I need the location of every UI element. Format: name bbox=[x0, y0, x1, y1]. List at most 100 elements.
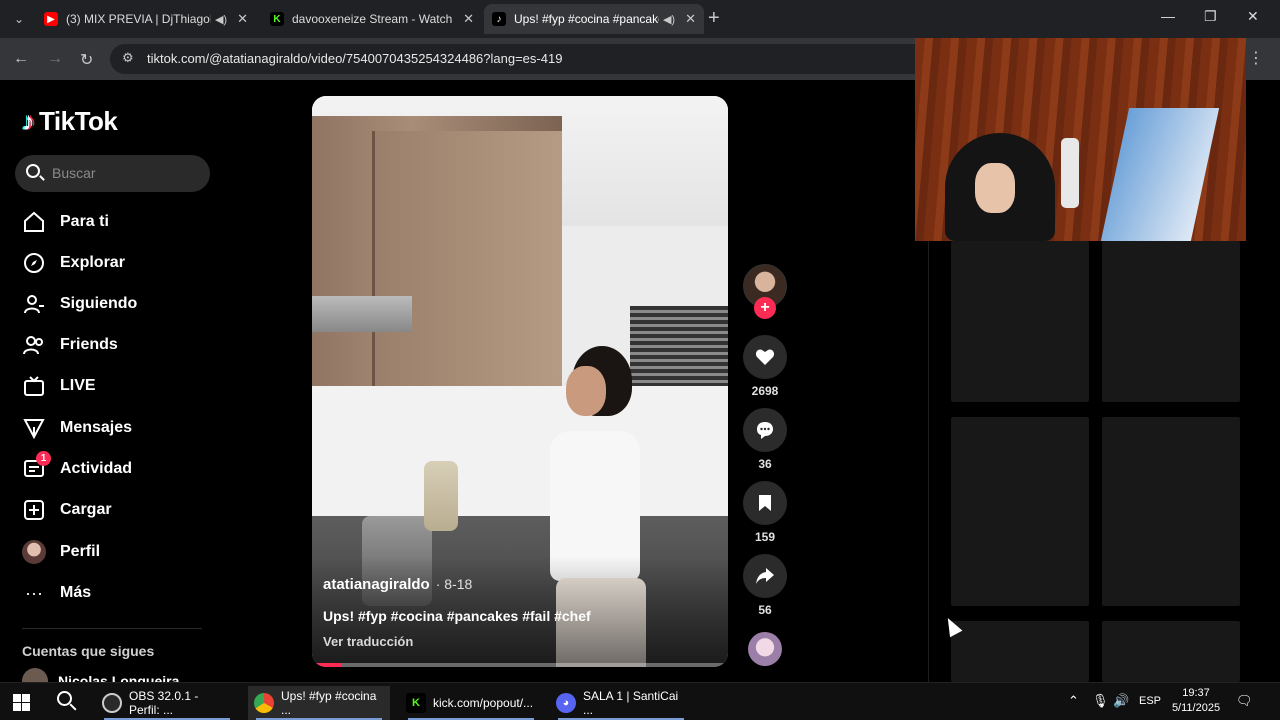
logo-wordmark: TikTok bbox=[39, 106, 118, 136]
video-progress-fill bbox=[312, 663, 342, 667]
speaker-icon[interactable]: ◀) bbox=[215, 13, 227, 26]
video-progress-bar[interactable] bbox=[312, 663, 728, 667]
translate-link[interactable]: Ver traducción bbox=[323, 634, 413, 649]
close-tab-icon[interactable]: ✕ bbox=[237, 11, 248, 27]
speaker-icon[interactable]: ◀) bbox=[663, 13, 675, 26]
restore-button[interactable]: ❐ bbox=[1204, 8, 1217, 25]
taskbar-app-label: kick.com/popout/... bbox=[433, 696, 534, 710]
sidebar-divider bbox=[22, 628, 202, 629]
video-caption[interactable]: Ups! #fyp #cocina #pancakes #fail #chef bbox=[323, 608, 591, 624]
video-thumbnail[interactable] bbox=[1102, 241, 1240, 402]
browser-tab-strip: ⌄ ▶ (3) MIX PREVIA | DjThiagoB ◀) ✕ K da… bbox=[0, 0, 1280, 38]
nav-label: LIVE bbox=[60, 377, 96, 394]
sound-disc-avatar[interactable] bbox=[748, 632, 782, 666]
taskbar-app-chrome[interactable]: Ups! #fyp #cocina ... bbox=[248, 686, 390, 720]
tiktok-logo[interactable]: ♪ TikTok bbox=[22, 106, 118, 137]
search-placeholder: Buscar bbox=[52, 165, 96, 181]
nav-label: Mensajes bbox=[60, 419, 133, 436]
clock-date: 5/11/2025 bbox=[1171, 702, 1221, 714]
following-header: Cuentas que sigues bbox=[22, 643, 155, 659]
reload-icon[interactable]: ↻ bbox=[80, 50, 93, 70]
video-frame-range-hood bbox=[312, 296, 412, 332]
webcam-bottle bbox=[1061, 138, 1079, 208]
obs-icon bbox=[102, 693, 122, 713]
tab-title: davooxeneize Stream - Watch L bbox=[292, 12, 454, 26]
comment-icon bbox=[757, 422, 773, 439]
clock-time: 19:37 bbox=[1182, 687, 1210, 699]
activity-badge: 1 bbox=[36, 451, 51, 466]
video-thumbnail[interactable] bbox=[1102, 417, 1240, 606]
share-button[interactable] bbox=[743, 554, 787, 598]
nav-item-actividad[interactable]: 1 Actividad bbox=[22, 451, 133, 483]
browser-tab-kick[interactable]: K davooxeneize Stream - Watch L ✕ bbox=[262, 4, 482, 34]
nav-item-para-ti[interactable]: Para ti bbox=[22, 208, 109, 236]
taskbar-app-discord[interactable]: ◕ SALA 1 | SantiCai ... bbox=[550, 686, 692, 720]
nav-item-perfil[interactable]: Perfil bbox=[22, 538, 100, 566]
share-icon bbox=[756, 568, 774, 584]
back-icon[interactable]: ← bbox=[13, 50, 29, 68]
close-tab-icon[interactable]: ✕ bbox=[685, 11, 696, 27]
minimize-button[interactable]: — bbox=[1161, 8, 1175, 24]
forward-icon[interactable]: → bbox=[47, 50, 63, 68]
comment-button[interactable] bbox=[743, 408, 787, 452]
nav-item-mas[interactable]: ··· Más bbox=[22, 579, 91, 607]
nav-item-live[interactable]: LIVE bbox=[22, 372, 96, 400]
address-bar[interactable]: ⚙ tiktok.com/@atatianagiraldo/video/7540… bbox=[110, 44, 930, 74]
video-player[interactable]: atatianagiraldo · 8-18 Ups! #fyp #cocina… bbox=[312, 96, 728, 667]
heart-icon bbox=[755, 349, 775, 365]
tab-title: (3) MIX PREVIA | DjThiagoB bbox=[66, 12, 211, 26]
clock[interactable]: 19:37 5/11/2025 bbox=[1168, 686, 1224, 716]
nav-label: Más bbox=[60, 584, 92, 601]
compass-icon bbox=[22, 251, 46, 275]
microphone-icon[interactable]: 🎙 bbox=[1092, 693, 1109, 709]
nav-item-siguiendo[interactable]: Siguiendo bbox=[22, 290, 137, 318]
tiktok-icon: ♪ bbox=[492, 12, 506, 26]
webcam-face bbox=[975, 163, 1015, 213]
taskbar-app-kick[interactable]: K kick.com/popout/... bbox=[400, 686, 542, 720]
like-button[interactable] bbox=[743, 335, 787, 379]
browser-menu-icon[interactable]: ⋮ bbox=[1248, 48, 1264, 68]
youtube-icon: ▶ bbox=[44, 12, 58, 26]
new-tab-button[interactable]: + bbox=[708, 8, 720, 28]
notifications-icon[interactable]: 🗨 bbox=[1236, 693, 1253, 709]
windows-start-icon[interactable] bbox=[13, 694, 30, 711]
nav-label: Siguiendo bbox=[60, 295, 138, 312]
follow-plus-icon[interactable]: + bbox=[754, 297, 776, 319]
tray-chevron-icon[interactable]: ⌃ bbox=[1068, 693, 1079, 709]
webcam-overlay bbox=[915, 38, 1246, 241]
site-info-icon[interactable]: ⚙ bbox=[122, 50, 134, 66]
nav-item-friends[interactable]: Friends bbox=[22, 331, 118, 359]
nav-item-mensajes[interactable]: Mensajes bbox=[22, 414, 132, 442]
column-divider bbox=[928, 241, 929, 682]
video-author-line: atatianagiraldo · 8-18 bbox=[323, 576, 472, 593]
messages-icon bbox=[22, 416, 46, 440]
close-tab-icon[interactable]: ✕ bbox=[463, 11, 474, 27]
nav-label: Para ti bbox=[60, 213, 109, 230]
browser-tab-tiktok[interactable]: ♪ Ups! #fyp #cocina #pancake ◀) ✕ bbox=[484, 4, 704, 34]
save-button[interactable] bbox=[743, 481, 787, 525]
video-author[interactable]: atatianagiraldo bbox=[323, 576, 430, 593]
video-thumbnail[interactable] bbox=[951, 241, 1089, 402]
home-icon bbox=[22, 210, 46, 234]
nav-label: Actividad bbox=[60, 460, 133, 477]
nav-label: Perfil bbox=[60, 543, 101, 560]
video-thumbnail[interactable] bbox=[951, 417, 1089, 606]
volume-icon[interactable]: 🔊 bbox=[1113, 693, 1129, 709]
close-window-button[interactable]: ✕ bbox=[1247, 8, 1259, 25]
nav-item-explorar[interactable]: Explorar bbox=[22, 249, 125, 277]
input-language[interactable]: ESP bbox=[1139, 695, 1161, 707]
nav-item-cargar[interactable]: Cargar bbox=[22, 496, 112, 524]
following-icon bbox=[22, 292, 46, 316]
taskbar-search-icon[interactable] bbox=[57, 691, 77, 711]
taskbar-app-label: OBS 32.0.1 - Perfil: ... bbox=[129, 689, 199, 717]
video-frame-jar bbox=[424, 461, 458, 531]
video-thumbnail[interactable] bbox=[1102, 621, 1240, 682]
video-date: · 8-18 bbox=[435, 576, 473, 592]
video-thumbnail[interactable] bbox=[951, 621, 1089, 682]
search-input[interactable]: Buscar bbox=[15, 155, 210, 192]
browser-tab-youtube[interactable]: ▶ (3) MIX PREVIA | DjThiagoB ◀) ✕ bbox=[36, 4, 256, 34]
url-text[interactable]: tiktok.com/@atatianagiraldo/video/754007… bbox=[147, 51, 562, 66]
taskbar-app-obs[interactable]: OBS 32.0.1 - Perfil: ... bbox=[96, 686, 238, 720]
tab-search-icon[interactable]: ⌄ bbox=[8, 8, 30, 30]
kick-icon: K bbox=[406, 693, 426, 713]
